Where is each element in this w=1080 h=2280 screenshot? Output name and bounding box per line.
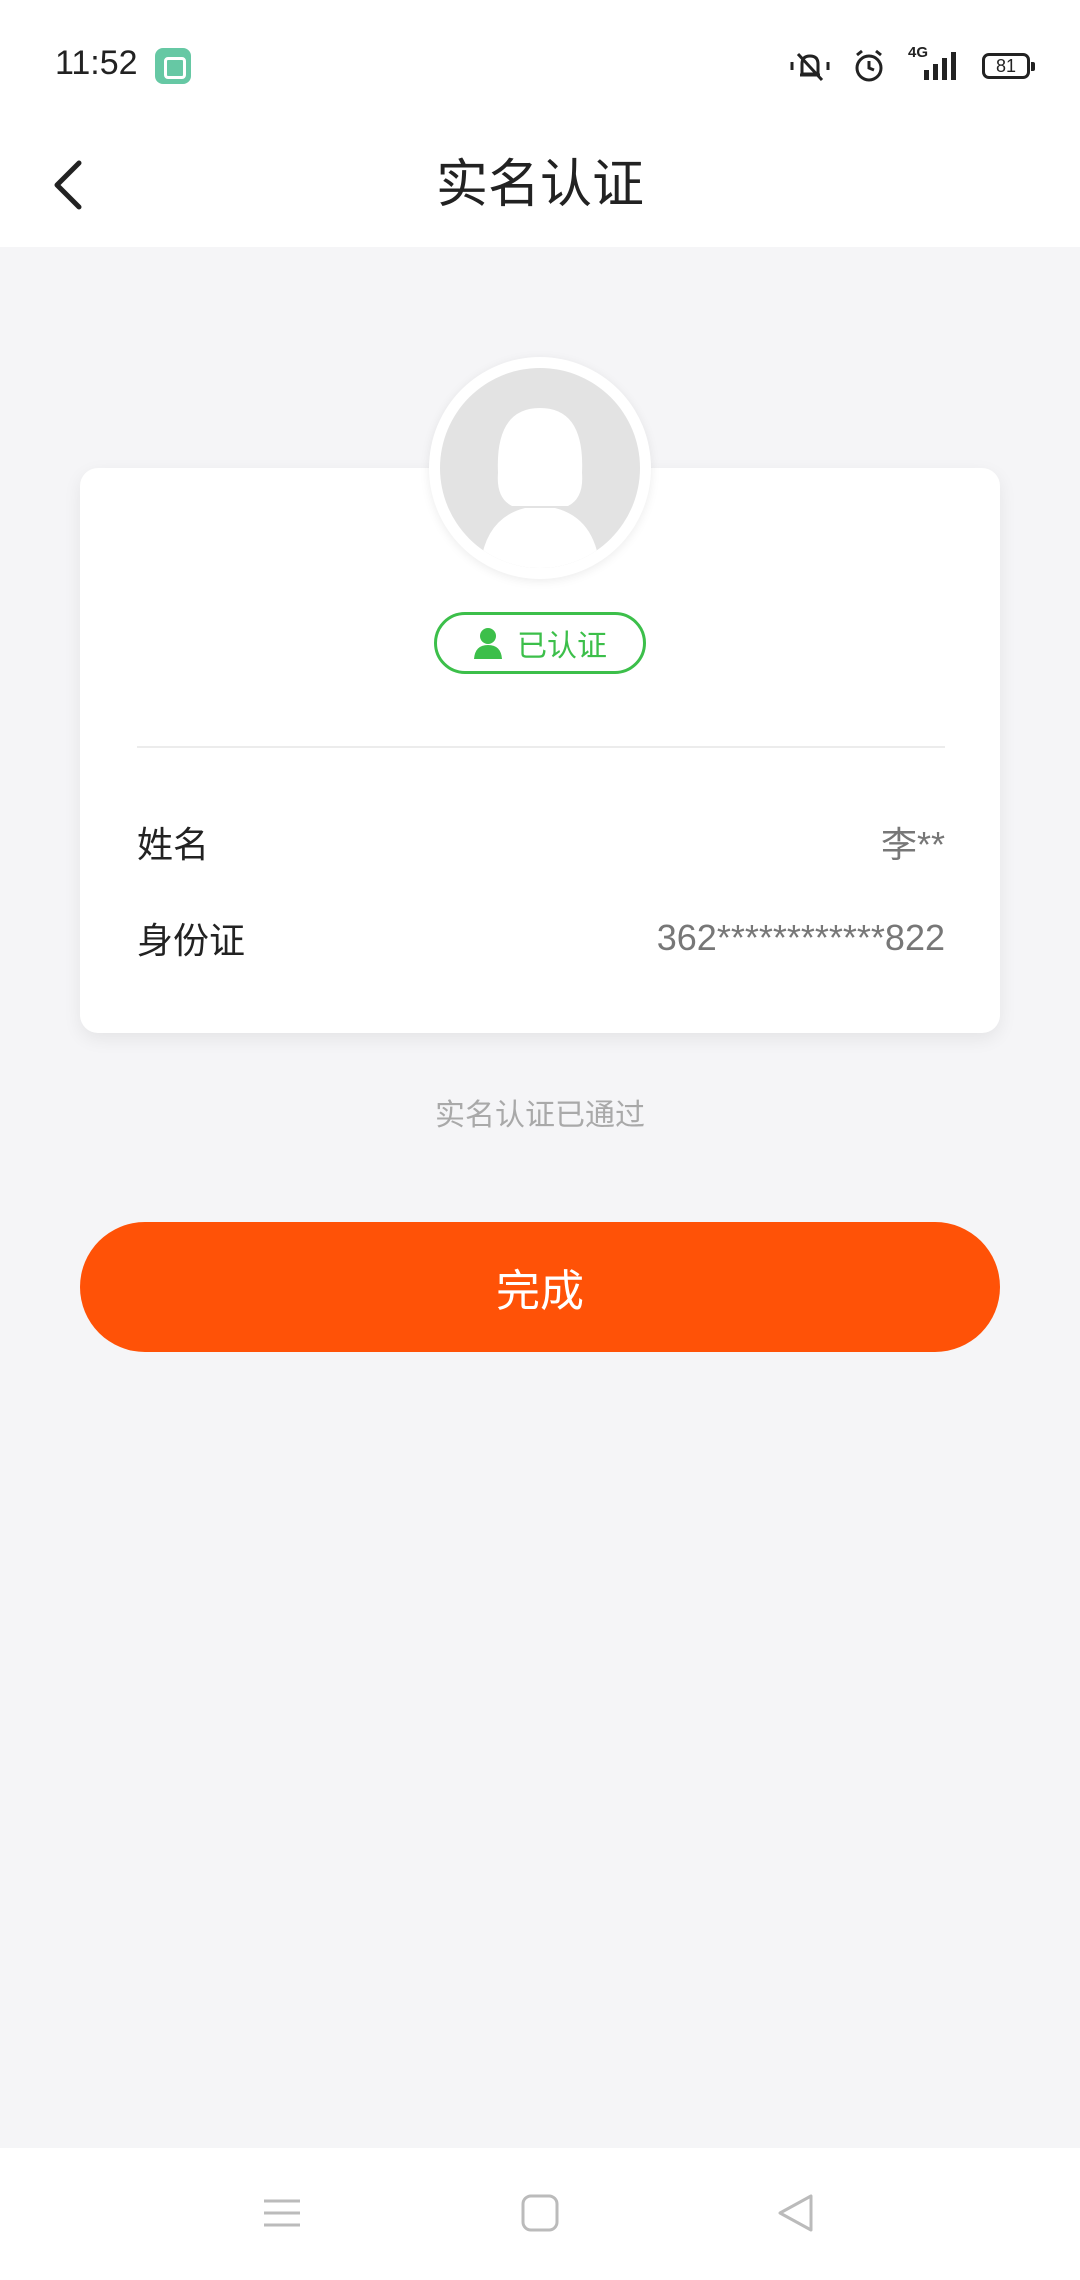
signal-4g-icon: 4G (906, 44, 962, 84)
system-back-button[interactable] (760, 2178, 830, 2248)
status-bar: 11:52 4G 81 (0, 0, 1080, 125)
top-nav-bar: 实名认证 (0, 125, 1080, 247)
back-triangle-icon (778, 2194, 813, 2232)
battery-icon: 81 (982, 53, 1035, 79)
menu-button[interactable] (247, 2178, 317, 2248)
user-icon (474, 628, 502, 659)
vibrate-mute-icon (788, 48, 832, 84)
page-title: 实名认证 (435, 155, 644, 215)
verification-status-note: 实名认证已通过 (435, 1098, 645, 1133)
network-label: 4G (908, 44, 929, 61)
verified-badge: 已认证 (434, 612, 646, 674)
info-row-id: 身份证 362************822 (137, 908, 945, 968)
system-nav-bar (0, 2148, 1080, 2280)
name-value: 李** (880, 824, 945, 865)
home-icon (521, 2194, 559, 2232)
app-notification-icon (155, 48, 191, 84)
status-time: 11:52 (55, 44, 138, 82)
alarm-icon (852, 49, 886, 83)
battery-level: 81 (995, 55, 1017, 76)
info-row-name: 姓名 李** (137, 812, 945, 872)
status-icons: 4G 81 (788, 44, 1035, 84)
done-button[interactable]: 完成 (80, 1222, 1000, 1352)
avatar (429, 357, 651, 579)
divider (137, 746, 945, 748)
home-button[interactable] (505, 2178, 575, 2248)
name-label: 姓名 (137, 825, 210, 866)
badge-label: 已认证 (517, 629, 607, 664)
id-label: 身份证 (137, 921, 246, 962)
menu-icon (264, 2199, 300, 2227)
default-female-avatar-icon (440, 368, 640, 568)
id-value: 362************822 (656, 917, 945, 958)
